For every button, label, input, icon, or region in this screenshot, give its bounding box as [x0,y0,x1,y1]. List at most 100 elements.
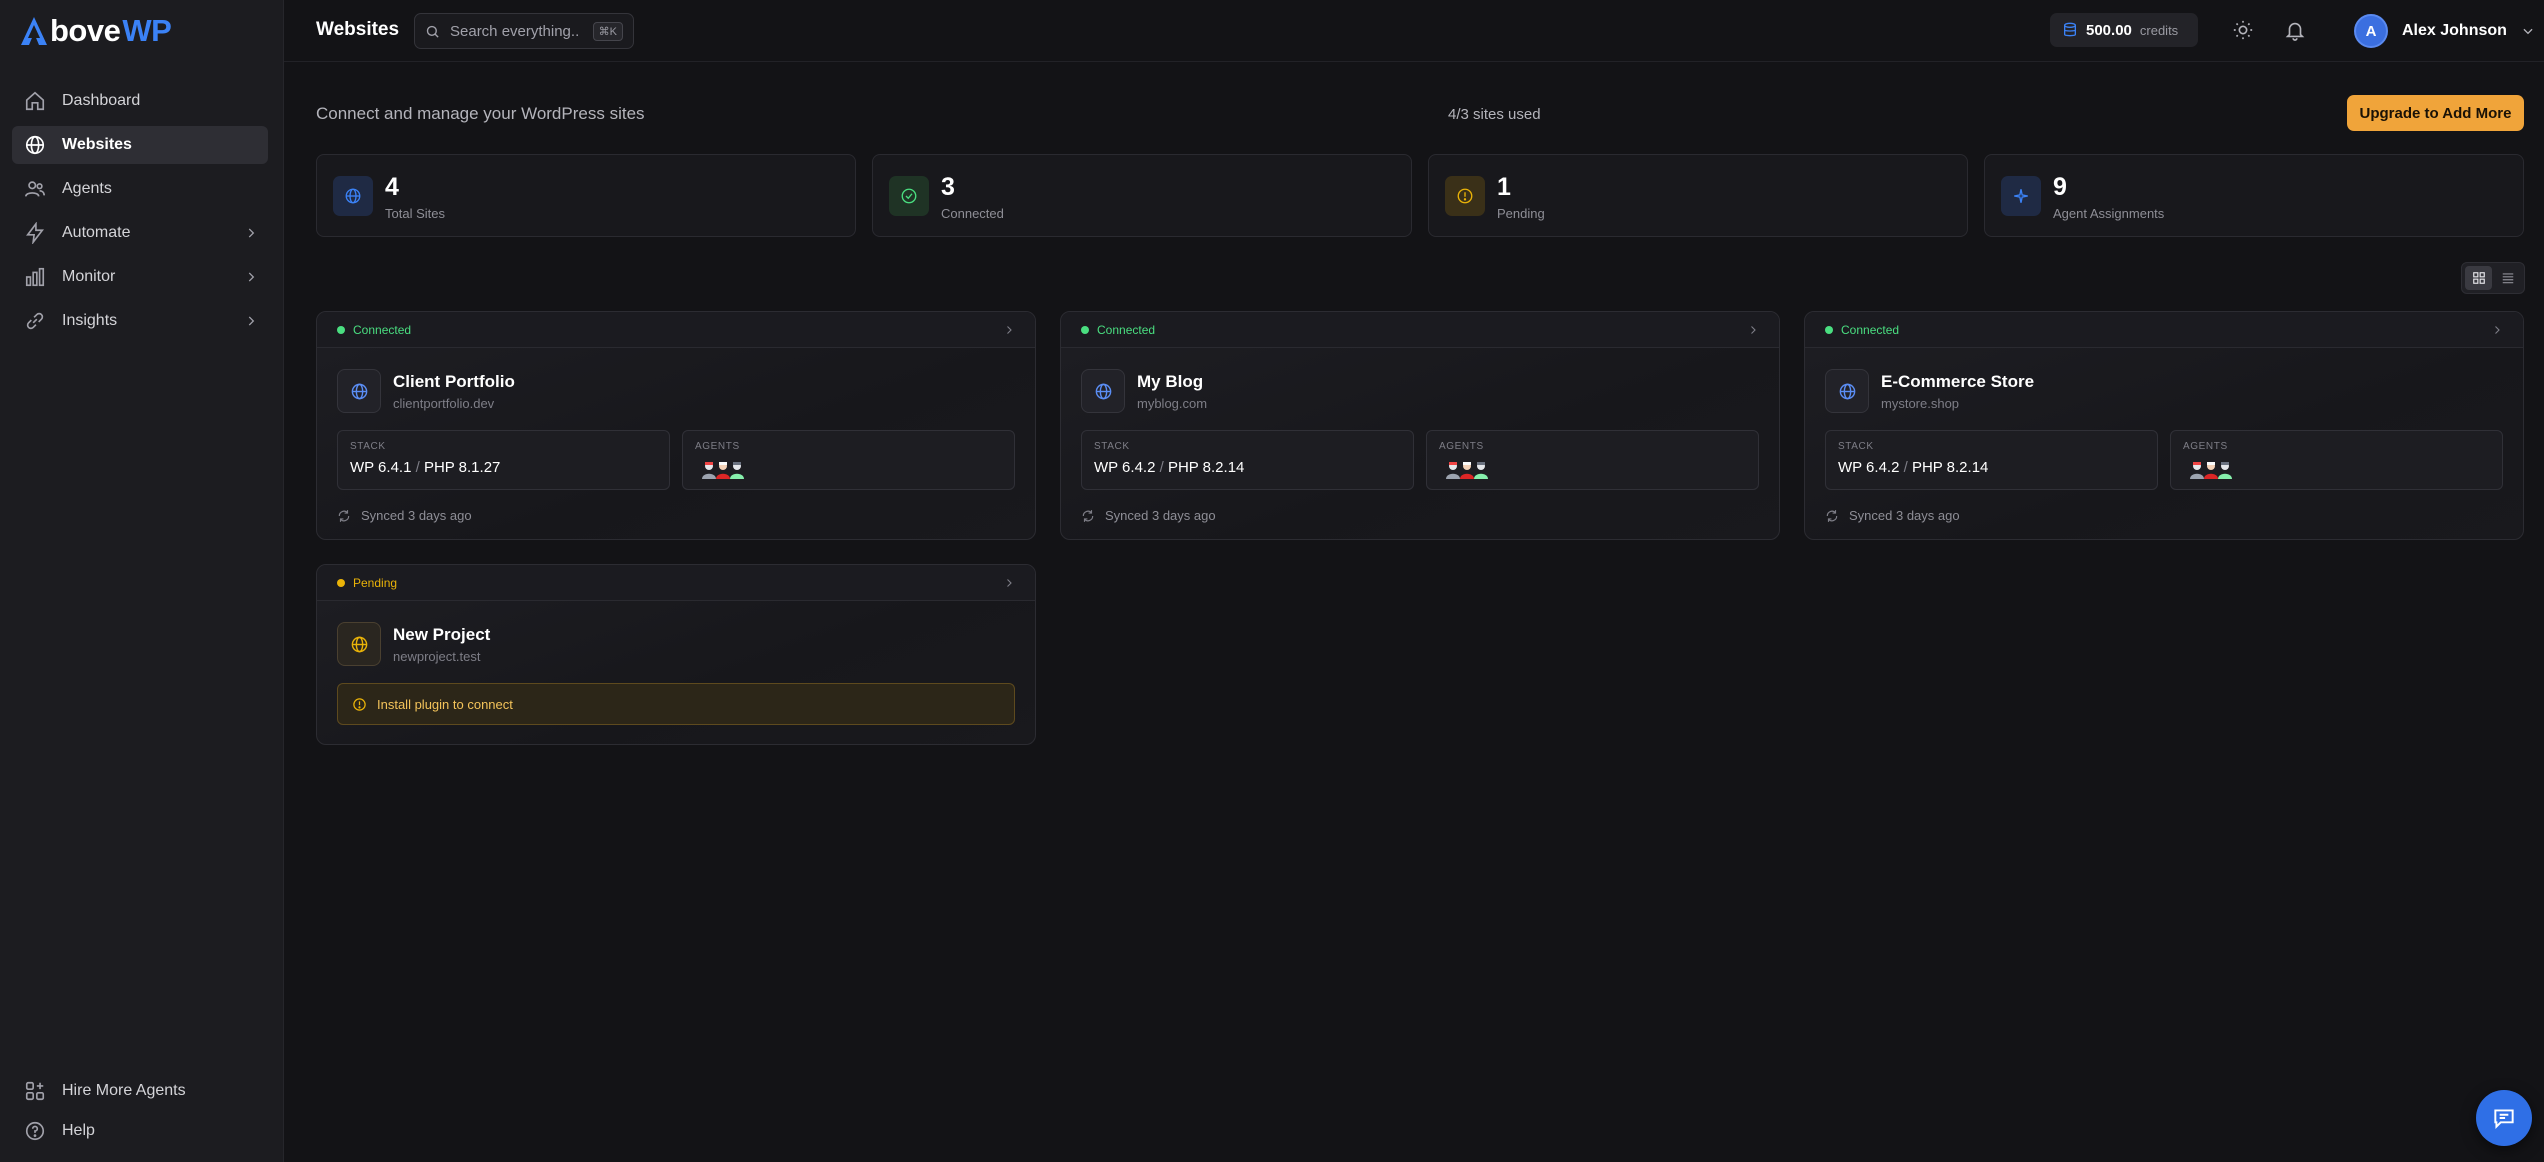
sidebar-item-dashboard[interactable]: Dashboard [12,82,268,120]
search-box[interactable]: ⌘K [414,13,634,49]
logo[interactable]: bove WP [20,13,172,48]
users-icon [25,181,45,197]
alert-circle-icon [353,697,366,711]
chevron-right-icon[interactable] [2491,324,2503,336]
globe-icon [1095,383,1111,399]
chevron-right-icon[interactable] [1003,324,1015,336]
stack-separator: / [1159,459,1164,476]
site-name: My Blog [1137,372,1204,391]
chat-button[interactable] [2476,1090,2532,1146]
refresh-icon [1826,509,1838,522]
grid-view-button[interactable] [2465,266,2492,290]
agent-avatar-icon[interactable] [1471,460,1491,480]
status-badge: Connected [1841,322,1900,337]
bar-chart-icon [25,267,45,287]
stat-card-pending: 1 Pending [1428,154,1968,237]
stat-card-agent-assignments: 9 Agent Assignments [1984,154,2524,237]
wp-version: WP 6.4.2 [1094,459,1156,476]
sync-status: Synced 3 days ago [337,508,472,523]
sidebar-item-hire-agents[interactable]: Hire More Agents [12,1072,268,1110]
site-card[interactable]: Connected My Blog myblog.com STACK WP 6.… [1060,311,1780,540]
site-card-header: Pending [317,565,1035,601]
globe-icon [1839,383,1855,399]
top-bar: Websites ⌘K 500.00 credits A Alex Johnso… [284,0,2544,62]
sidebar-item-label: Websites [62,136,132,153]
globe-icon [345,188,361,204]
sidebar-item-automate[interactable]: Automate [12,214,268,252]
coins-icon [2064,22,2076,37]
sidebar-item-websites[interactable]: Websites [12,126,268,164]
agent-avatars [699,460,744,480]
refresh-icon [1082,509,1094,522]
sidebar-item-insights[interactable]: Insights [12,302,268,340]
stat-card-total-sites: 4 Total Sites [316,154,856,237]
sidebar-item-help[interactable]: Help [12,1112,268,1150]
grid-plus-icon [25,1081,45,1101]
list-view-button[interactable] [2494,266,2521,290]
search-input[interactable] [450,22,580,40]
stack-label: STACK [1838,441,1874,452]
stat-label: Pending [1497,206,1545,221]
install-plugin-notice[interactable]: Install plugin to connect [337,683,1015,725]
credits-badge[interactable]: 500.00 credits [2050,13,2198,47]
php-version: PHP 8.2.14 [1911,459,1989,476]
status-badge: Connected [1097,322,1156,337]
stat-label: Total Sites [385,206,445,221]
page-title: Websites [316,19,400,40]
sidebar: bove WP Dashboard Websites Agents Automat… [0,0,284,1162]
agent-avatars [1443,460,1488,480]
status-dot [337,325,345,334]
site-name: New Project [393,625,491,644]
agent-avatar-icon[interactable] [2215,460,2235,480]
stack-box: STACK WP 6.4.2 / PHP 8.2.14 [1081,430,1414,490]
agent-avatars [2187,460,2232,480]
sidebar-item-label: Agents [62,180,112,197]
site-domain: myblog.com [1137,396,1208,411]
sidebar-item-label: Automate [62,224,131,241]
stack-value: WP 6.4.1 / PHP 8.1.27 [350,459,500,476]
sites-used-counter: 4/3 sites used [1448,106,1541,123]
php-version: PHP 8.1.27 [423,459,501,476]
refresh-icon [338,509,350,522]
stat-icon-box [333,176,373,216]
agent-avatar-icon[interactable] [727,460,747,480]
site-name: Client Portfolio [393,372,515,391]
upgrade-button[interactable]: Upgrade to Add More [2347,95,2524,131]
status-dot [1825,325,1833,334]
agents-box: AGENTS [682,430,1015,490]
site-card[interactable]: Pending New Project newproject.test Inst… [316,564,1036,745]
site-icon-box [337,369,381,413]
agents-label: AGENTS [695,441,740,452]
bolt-icon [26,222,45,244]
sidebar-item-label: Hire More Agents [62,1082,186,1099]
site-domain: mystore.shop [1881,396,1960,411]
stat-icon-box [889,176,929,216]
chevron-right-icon[interactable] [1747,324,1759,336]
stack-box: STACK WP 6.4.2 / PHP 8.2.14 [1825,430,2158,490]
stack-separator: / [415,459,420,476]
alert-circle-icon [1457,188,1473,204]
chat-bubble-icon [2494,1109,2514,1130]
sync-text: Synced 3 days ago [361,508,472,523]
stack-separator: / [1903,459,1908,476]
logo-accent: WP [122,13,172,48]
agents-label: AGENTS [2183,441,2228,452]
search-shortcut: ⌘K [592,21,623,41]
site-card[interactable]: Connected E-Commerce Store mystore.shop … [1804,311,2524,540]
sidebar-nav: Dashboard Websites Agents Automate Monit… [12,82,268,346]
bell-icon[interactable] [2284,19,2306,41]
php-version: PHP 8.2.14 [1167,459,1245,476]
user-menu[interactable]: A Alex Johnson [2354,13,2535,49]
sidebar-item-agents[interactable]: Agents [12,170,268,208]
site-card[interactable]: Connected Client Portfolio clientportfol… [316,311,1036,540]
view-toggle [2461,262,2525,294]
site-name: E-Commerce Store [1881,372,2035,391]
sun-icon[interactable] [2232,19,2254,41]
sidebar-item-monitor[interactable]: Monitor [12,258,268,296]
site-card-header: Connected [1061,312,1779,348]
chevron-right-icon[interactable] [1003,577,1015,589]
site-icon-box [1081,369,1125,413]
stat-icon-box [2001,176,2041,216]
chevron-right-icon [248,228,255,238]
stack-label: STACK [350,441,386,452]
